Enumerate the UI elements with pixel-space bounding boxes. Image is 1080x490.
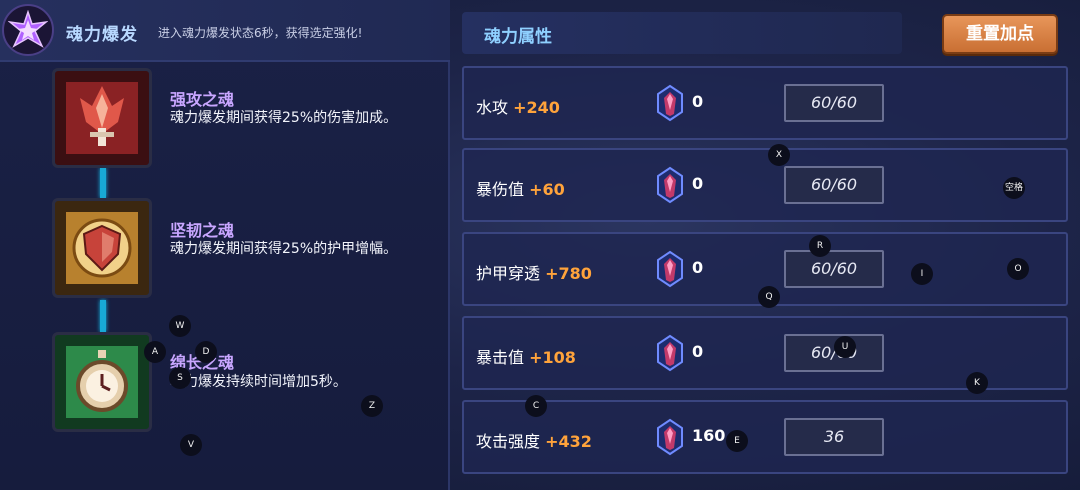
key-hint-k: K — [966, 372, 988, 394]
stat-row-water-attack: 水攻 +240 0 60/60 — [462, 66, 1068, 140]
skill-frame — [52, 332, 152, 432]
stat-bonus: +432 — [545, 432, 592, 451]
stat-bonus: +108 — [529, 348, 576, 367]
skill-frame — [52, 198, 152, 298]
flame-sword-icon — [66, 82, 138, 154]
stat-row-attack-power: 攻击强度 +432 160 36 — [462, 400, 1068, 474]
key-hint-s: S — [169, 367, 191, 389]
key-hint-c: C — [525, 395, 547, 417]
key-hint-z: Z — [361, 395, 383, 417]
reset-points-button[interactable]: 重置加点 — [942, 14, 1058, 54]
soul-crystal-icon[interactable] — [654, 334, 686, 372]
stat-bonus: +60 — [529, 180, 565, 199]
key-hint-a: A — [144, 341, 166, 363]
skill-name: 坚韧之魂 — [170, 221, 235, 240]
skill-description: 魂力爆发期间获得25%的伤害加成。 — [170, 110, 398, 126]
stat-label: 护甲穿透 +780 — [476, 260, 592, 284]
key-hint-space: 空格 — [1003, 177, 1025, 199]
skill-long-lasting[interactable] — [52, 332, 152, 432]
key-hint-u: U — [834, 336, 856, 358]
stat-name: 攻击强度 — [476, 432, 541, 451]
stat-value-box: 60/60 — [784, 166, 884, 204]
stat-value-box: 60/60 — [784, 84, 884, 122]
skill-description: 魂力爆发期间获得25%的护甲增幅。 — [170, 241, 398, 257]
stopwatch-icon — [66, 346, 138, 418]
soul-burst-description: 进入魂力爆发状态6秒，获得选定强化! — [158, 26, 363, 40]
key-hint-x: X — [768, 144, 790, 166]
stat-value-box: 60/60 — [784, 334, 884, 372]
stat-count: 0 — [692, 92, 704, 111]
soul-attributes-title: 魂力属性 — [484, 27, 552, 47]
key-hint-d: D — [195, 341, 217, 363]
stat-label: 暴伤值 +60 — [476, 176, 565, 200]
stat-bonus: +780 — [545, 264, 592, 283]
stat-name: 暴伤值 — [476, 180, 525, 199]
soul-burst-title: 魂力爆发 — [66, 25, 138, 45]
skill-connector — [100, 300, 106, 332]
soul-burst-icon — [2, 4, 54, 56]
skill-name: 强攻之魂 — [170, 90, 235, 109]
stat-name: 水攻 — [476, 98, 509, 117]
stat-value-box: 60/60 — [784, 250, 884, 288]
skill-connector — [100, 168, 106, 198]
shield-icon — [66, 212, 138, 284]
stat-count: 0 — [692, 258, 704, 277]
stat-count: 0 — [692, 342, 704, 361]
soul-crystal-icon[interactable] — [654, 166, 686, 204]
stat-value-box: 36 — [784, 418, 884, 456]
soul-crystal-icon[interactable] — [654, 418, 686, 456]
key-hint-v: V — [180, 434, 202, 456]
skill-frame — [52, 68, 152, 168]
stat-name: 护甲穿透 — [476, 264, 541, 283]
key-hint-q: Q — [758, 286, 780, 308]
stat-bonus: +240 — [513, 98, 560, 117]
key-hint-w: W — [169, 315, 191, 337]
stat-label: 水攻 +240 — [476, 94, 560, 118]
stat-name: 暴击值 — [476, 348, 525, 367]
skill-tough[interactable] — [52, 198, 152, 298]
key-hint-i: I — [911, 263, 933, 285]
soul-crystal-icon[interactable] — [654, 84, 686, 122]
key-hint-o: O — [1007, 258, 1029, 280]
soul-crystal-icon[interactable] — [654, 250, 686, 288]
stat-label: 攻击强度 +432 — [476, 428, 592, 452]
key-hint-e: E — [726, 430, 748, 452]
skill-strong-attack[interactable] — [52, 68, 152, 168]
stat-count: 0 — [692, 174, 704, 193]
stat-count: 160 — [692, 426, 726, 445]
skill-description: 魂力爆发持续时间增加5秒。 — [170, 374, 347, 390]
key-hint-r: R — [809, 235, 831, 257]
stat-row-crit-damage: 暴伤值 +60 0 60/60 — [462, 148, 1068, 222]
stat-label: 暴击值 +108 — [476, 344, 576, 368]
